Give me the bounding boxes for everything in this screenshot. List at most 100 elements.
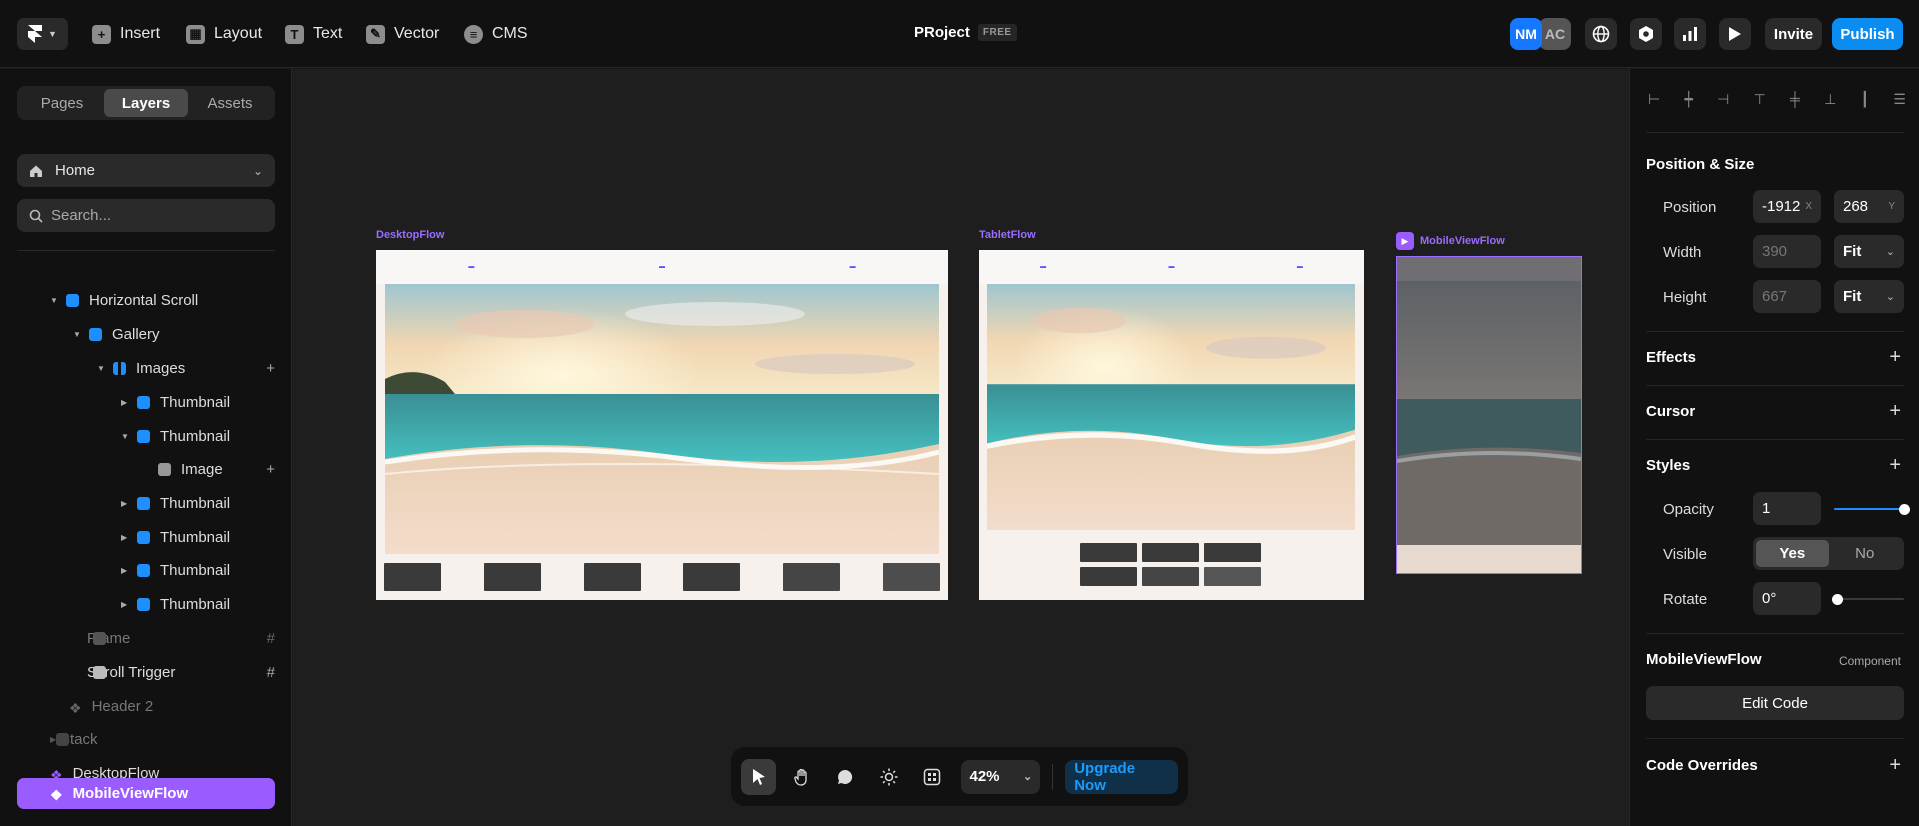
- position-x-field[interactable]: -1912 X: [1753, 190, 1821, 223]
- layer-thumbnail[interactable]: ▼ Thumbnail: [121, 423, 230, 449]
- opacity-slider-knob[interactable]: [1898, 503, 1910, 515]
- visible-no-option[interactable]: No: [1829, 540, 1902, 567]
- distribute-v-icon[interactable]: ☰: [1893, 91, 1906, 111]
- width-field[interactable]: 390: [1753, 235, 1821, 268]
- layer-search[interactable]: [17, 199, 275, 232]
- layer-header-2[interactable]: ❖ Header 2: [63, 693, 153, 719]
- publish-button[interactable]: Publish: [1832, 18, 1903, 50]
- thumbnail-box[interactable]: [1204, 567, 1261, 586]
- frame-label-desktopflow[interactable]: DesktopFlow: [376, 229, 444, 241]
- upgrade-button[interactable]: Upgrade Now: [1065, 759, 1179, 794]
- thumbnail-box[interactable]: [683, 563, 741, 591]
- align-middle-icon[interactable]: ╪: [1790, 91, 1800, 111]
- align-top-icon[interactable]: ⊤: [1754, 91, 1766, 111]
- layer-horizontal-scroll[interactable]: ▼ Horizontal Scroll: [50, 287, 198, 313]
- code-overrides-title[interactable]: Code Overrides: [1646, 757, 1758, 774]
- add-style-icon[interactable]: +: [1889, 454, 1901, 477]
- zoom-dropdown[interactable]: 42% ⌄: [961, 759, 1041, 794]
- layer-thumbnail[interactable]: ▶ Thumbnail: [121, 490, 230, 516]
- cms-button[interactable]: ≡ CMS: [464, 22, 528, 46]
- comment-tool-button[interactable]: [828, 759, 863, 795]
- layer-thumbnail[interactable]: ▶ Thumbnail: [121, 524, 230, 550]
- globe-button[interactable]: [1585, 18, 1617, 50]
- thumbnail-box[interactable]: [1080, 543, 1137, 562]
- edit-code-button[interactable]: Edit Code: [1646, 686, 1904, 720]
- align-right-icon[interactable]: ⊣: [1717, 91, 1729, 111]
- avatar[interactable]: AC: [1539, 18, 1571, 50]
- desktopflow-frame[interactable]: ▬ ▬ ▬: [376, 250, 948, 600]
- width-mode-select[interactable]: Fit ⌄: [1834, 235, 1904, 268]
- hand-tool-button[interactable]: [784, 759, 819, 795]
- distribute-h-icon[interactable]: ┃: [1861, 91, 1869, 111]
- select-tool-button[interactable]: [741, 758, 777, 795]
- app-window: ▼ + Insert ▦ Layout T Text ✎ Vector ≡ CM…: [0, 0, 1919, 826]
- rotate-slider[interactable]: [1832, 593, 1904, 605]
- insert-button[interactable]: + Insert: [92, 22, 160, 46]
- opacity-field[interactable]: 1: [1753, 492, 1821, 525]
- layer-thumbnail[interactable]: ▶ Thumbnail: [121, 557, 230, 583]
- avatar[interactable]: NM: [1510, 18, 1542, 50]
- components-button[interactable]: [914, 759, 949, 795]
- thumbnail-box[interactable]: [384, 563, 441, 591]
- height-mode-select[interactable]: Fit ⌄: [1834, 280, 1904, 313]
- frame-label-mobileviewflow[interactable]: ▶ MobileViewFlow: [1396, 232, 1505, 250]
- analytics-button[interactable]: [1674, 18, 1706, 50]
- align-center-h-icon[interactable]: ┿: [1684, 91, 1692, 111]
- styles-title[interactable]: Styles: [1646, 457, 1690, 474]
- effects-section[interactable]: Effects: [1646, 349, 1904, 366]
- thumbnail-box[interactable]: [483, 563, 541, 591]
- mobileviewflow-frame[interactable]: [1396, 256, 1582, 574]
- thumbnail-box[interactable]: [1204, 543, 1261, 562]
- frame-label-tabletflow[interactable]: TabletFlow: [979, 229, 1036, 241]
- thumbnail-box[interactable]: [783, 563, 841, 591]
- thumbnail-box[interactable]: [882, 563, 940, 591]
- rotate-slider-knob[interactable]: [1832, 593, 1843, 605]
- tab-assets[interactable]: Assets: [188, 89, 272, 117]
- layer-image[interactable]: Image +: [152, 456, 275, 482]
- layer-frame[interactable]: Frame #: [87, 625, 275, 651]
- preview-button[interactable]: [1719, 18, 1751, 50]
- thumbnail-box[interactable]: [1142, 567, 1199, 586]
- layer-gallery[interactable]: ▼ Gallery: [73, 321, 160, 347]
- search-input[interactable]: [51, 207, 251, 224]
- vector-button[interactable]: ✎ Vector: [366, 22, 439, 46]
- plus-icon[interactable]: +: [266, 360, 275, 377]
- plus-icon[interactable]: +: [266, 461, 275, 478]
- thumbnail-box[interactable]: [583, 563, 641, 591]
- tab-layers[interactable]: Layers: [104, 89, 188, 117]
- tab-pages[interactable]: Pages: [20, 89, 104, 117]
- cursor-title[interactable]: Cursor: [1646, 403, 1695, 420]
- nav-dot: ▬: [1040, 264, 1047, 270]
- align-bottom-icon[interactable]: ⊥: [1824, 91, 1836, 111]
- layer-thumbnail[interactable]: ▶ Thumbnail: [121, 591, 230, 617]
- text-button[interactable]: T Text: [285, 22, 342, 46]
- position-y-field[interactable]: 268 Y: [1834, 190, 1904, 223]
- design-canvas[interactable]: DesktopFlow ▬ ▬ ▬ TabletFlow ▬ ▬ ▬ ▶ Mob…: [292, 69, 1629, 826]
- height-field[interactable]: 667: [1753, 280, 1821, 313]
- rotate-field[interactable]: 0°: [1753, 582, 1821, 615]
- app-menu-button[interactable]: ▼: [17, 18, 68, 50]
- stack-icon: [56, 732, 69, 746]
- add-cursor-icon[interactable]: +: [1889, 400, 1901, 423]
- add-override-icon[interactable]: +: [1889, 754, 1901, 777]
- layout-button[interactable]: ▦ Layout: [186, 22, 262, 46]
- page-selector[interactable]: Home ⌄: [17, 154, 275, 187]
- opacity-slider[interactable]: [1834, 503, 1910, 515]
- settings-button[interactable]: [1630, 18, 1662, 50]
- layer-scroll-trigger[interactable]: Scroll Trigger #: [87, 659, 275, 685]
- stack-icon: [137, 496, 150, 510]
- layer-stack[interactable]: ▶ Stack: [50, 726, 98, 752]
- visible-yes-option[interactable]: Yes: [1756, 540, 1829, 567]
- layer-thumbnail[interactable]: ▶ Thumbnail: [121, 389, 230, 415]
- tabletflow-frame[interactable]: ▬ ▬ ▬: [979, 250, 1364, 600]
- theme-toggle-button[interactable]: [871, 759, 906, 795]
- project-title[interactable]: PRoject FREE: [914, 24, 1017, 41]
- layer-mobileviewflow[interactable]: ❖ MobileViewFlow: [44, 780, 188, 806]
- layer-images[interactable]: ▼ Images +: [97, 355, 275, 381]
- thumbnail-box[interactable]: [1080, 567, 1137, 586]
- home-icon: [30, 165, 42, 177]
- thumbnail-box[interactable]: [1142, 543, 1199, 562]
- add-effect-icon[interactable]: +: [1889, 346, 1901, 369]
- invite-button[interactable]: Invite: [1765, 18, 1822, 50]
- align-left-icon[interactable]: ⊢: [1648, 91, 1660, 111]
